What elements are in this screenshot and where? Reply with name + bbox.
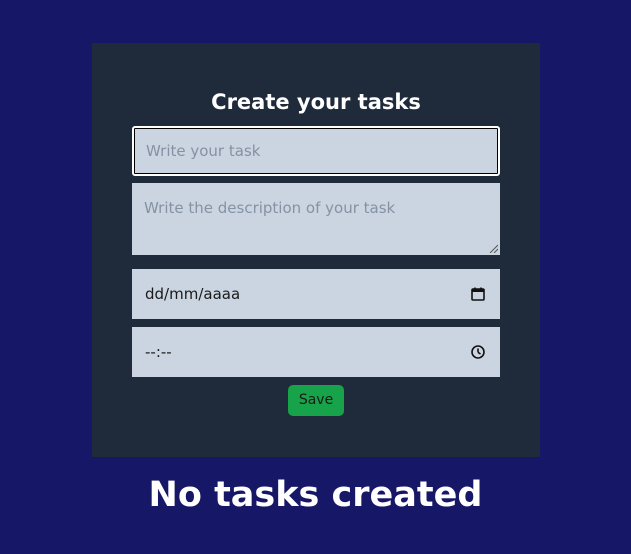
task-description-textarea[interactable]: Write the description of your task (132, 183, 500, 255)
date-placeholder: dd/mm/aaaa (145, 285, 241, 303)
time-placeholder: --:-- (145, 343, 172, 361)
empty-tasks-message: No tasks created (148, 475, 483, 515)
clock-icon[interactable] (470, 344, 486, 360)
task-form-card: Create your tasks Write your task Write … (92, 43, 540, 457)
calendar-icon[interactable] (470, 286, 486, 302)
task-date-input[interactable]: dd/mm/aaaa (132, 269, 500, 319)
resize-grip-icon[interactable] (489, 244, 498, 253)
task-title-placeholder: Write your task (146, 142, 261, 160)
task-time-input[interactable]: --:-- (132, 327, 500, 377)
task-title-input[interactable]: Write your task (132, 126, 500, 176)
task-description-placeholder: Write the description of your task (144, 199, 396, 217)
save-button[interactable]: Save (288, 385, 344, 416)
form-title: Create your tasks (211, 90, 421, 114)
